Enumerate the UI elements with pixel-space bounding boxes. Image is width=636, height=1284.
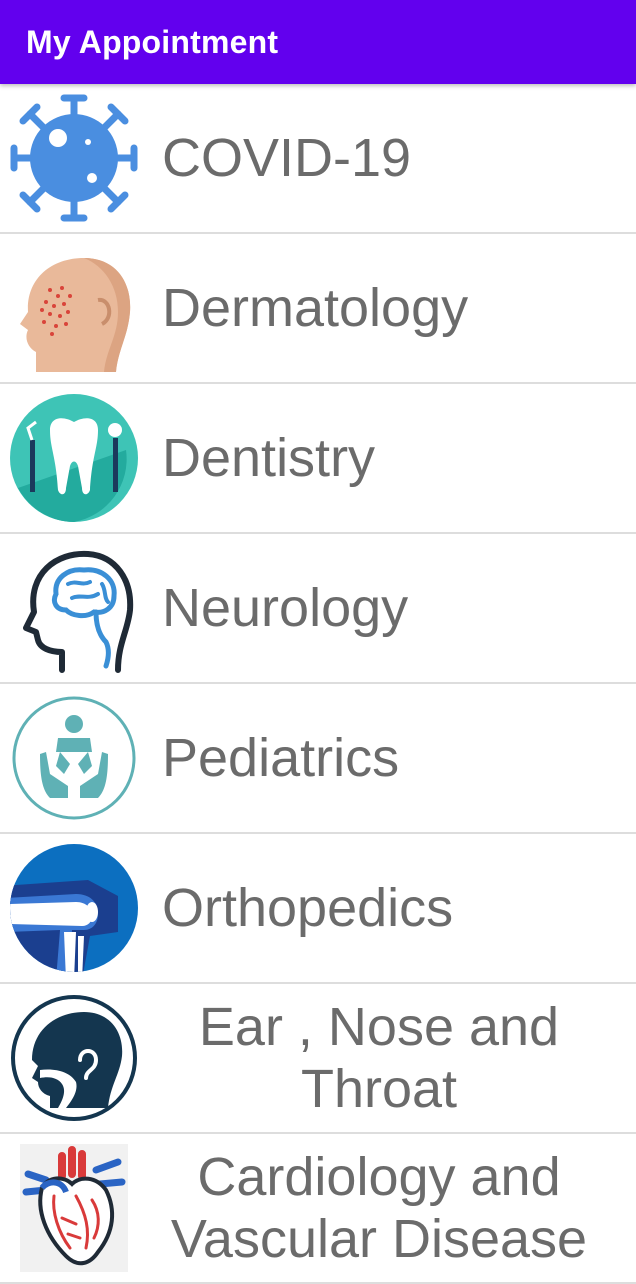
department-item-orthopedics[interactable]: Orthopedics	[0, 834, 636, 984]
heart-icon	[6, 1140, 142, 1276]
department-list: COVID-19 Dermatology Dentistry Neurology…	[0, 84, 636, 1284]
department-label: Orthopedics	[162, 878, 454, 938]
department-label: Neurology	[162, 578, 409, 638]
app-title: My Appointment	[26, 23, 279, 60]
department-item-neurology[interactable]: Neurology	[0, 534, 636, 684]
tooth-icon	[6, 390, 142, 526]
brain-head-icon	[6, 540, 142, 676]
app-bar: My Appointment	[0, 0, 636, 84]
ent-head-icon	[6, 990, 142, 1126]
department-item-dermatology[interactable]: Dermatology	[0, 234, 636, 384]
department-label: Dentistry	[162, 428, 376, 488]
department-label: Dermatology	[162, 278, 469, 338]
department-item-dentistry[interactable]: Dentistry	[0, 384, 636, 534]
virus-icon	[6, 90, 142, 226]
department-label: Pediatrics	[162, 728, 400, 788]
department-label: Ear , Nose and Throat	[198, 997, 560, 1119]
knee-joint-icon	[6, 840, 142, 976]
department-item-pediatrics[interactable]: Pediatrics	[0, 684, 636, 834]
department-label: Cardiology and Vascular Disease	[170, 1147, 588, 1269]
department-item-covid-19[interactable]: COVID-19	[0, 84, 636, 234]
department-label: COVID-19	[162, 128, 412, 188]
department-item-cardiology[interactable]: Cardiology and Vascular Disease	[0, 1134, 636, 1284]
face-rash-icon	[6, 240, 142, 376]
child-hands-icon	[6, 690, 142, 826]
department-item-ear-nose-throat[interactable]: Ear , Nose and Throat	[0, 984, 636, 1134]
